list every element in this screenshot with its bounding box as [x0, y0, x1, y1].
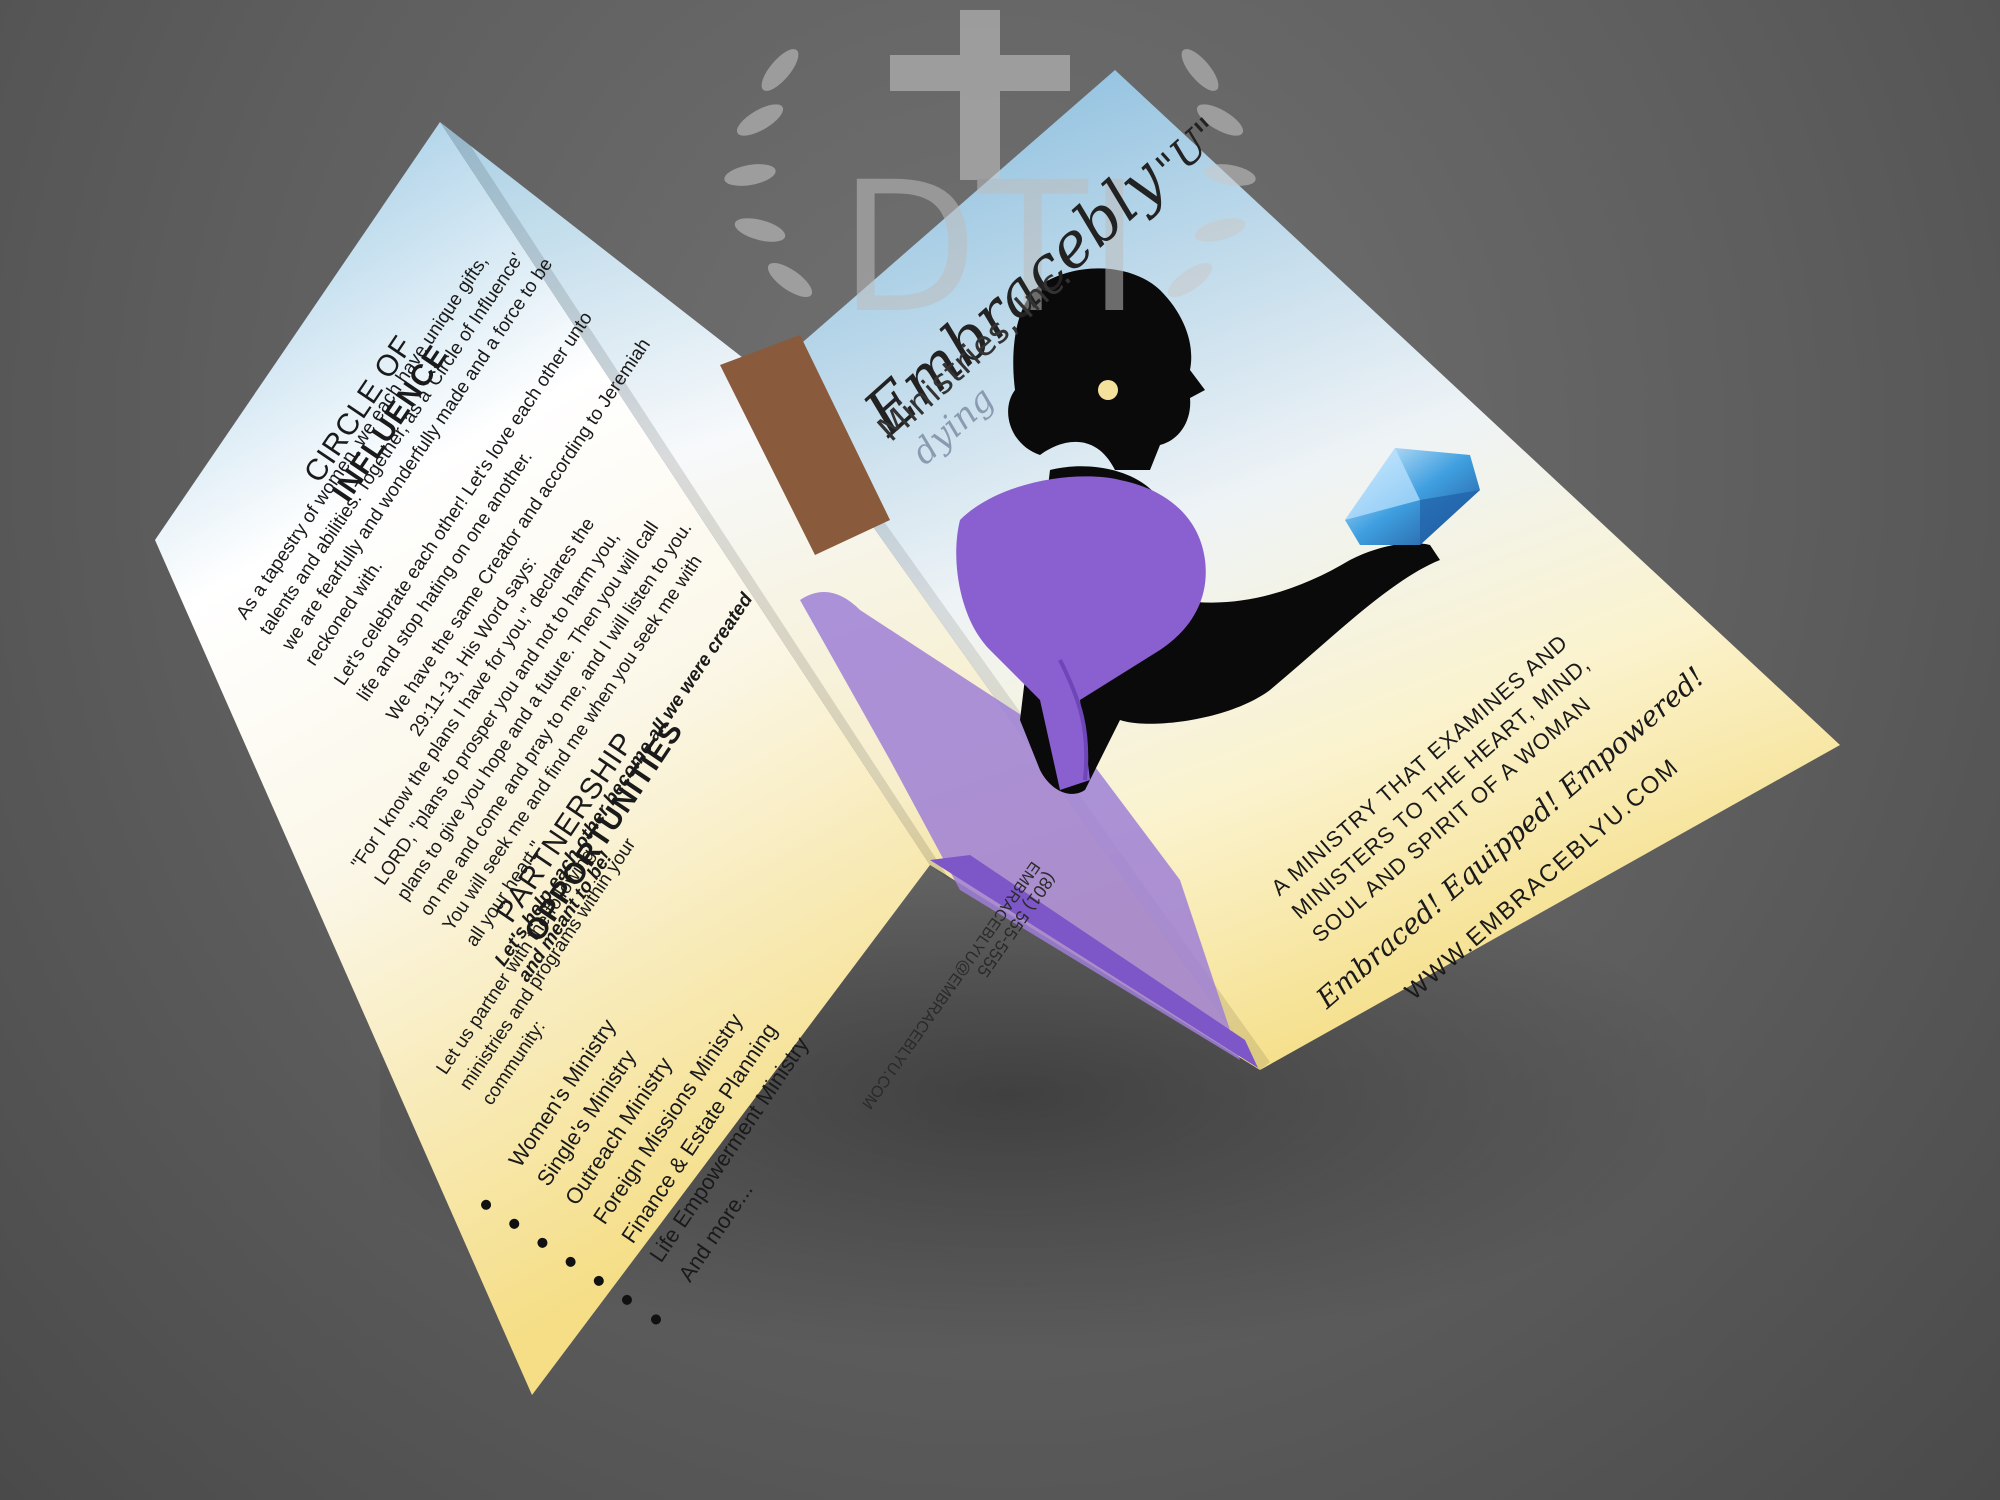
watermark-cross-horizontal [890, 55, 1070, 91]
photo-stage: DTI CIRCLE OF INFLUENCE As a tapestry of… [0, 0, 2000, 1500]
